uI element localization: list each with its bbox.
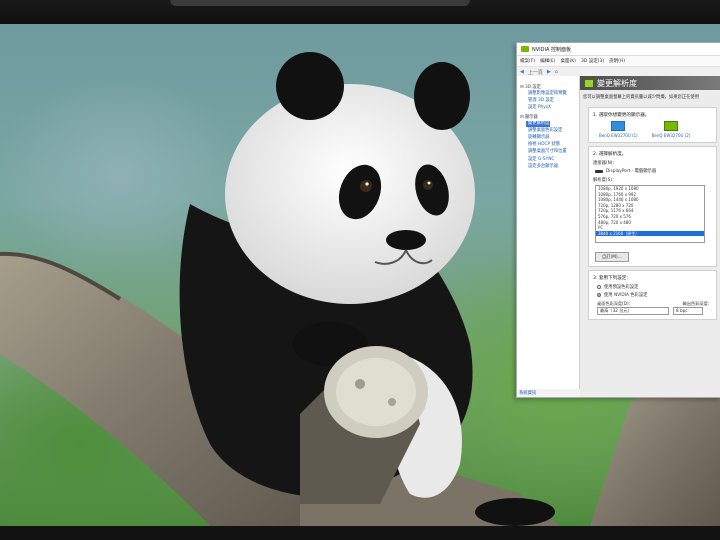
tree-item[interactable]: 管理 3D 設定 [528,98,579,104]
select-display-section: 1. 選取你想變更的顯示器。 BenQ EW3270U (1) BenQ EW3… [588,107,717,143]
tree-item[interactable]: 調整桌面尺寸和位置 [528,149,579,155]
monitor-bezel-top [0,0,720,24]
tree-item[interactable]: 調整桌面色彩設定 [528,128,579,134]
task-tree: ⊟ 3D 設定 調整影像設定和預覽 管理 3D 設定 設定 PhysX ⊟ 顯示… [517,76,580,396]
monitor-icon [611,121,626,131]
page-banner: 變更解析度 [580,76,720,90]
tree-item[interactable]: 設定 PhysX [528,105,579,111]
section-title: 3. 套用下列設定： [593,276,632,281]
tree-item[interactable]: 調整影像設定和預覽 [528,91,579,97]
monitor-top-edge [170,0,470,6]
resolution-section: 2. 選擇解析度。 連接器(N)： DisplayPort - 電腦顯示器 解析… [588,146,717,267]
customize-button[interactable]: 自訂(M)... [595,252,629,262]
connector-value: DisplayPort - 電腦顯示器 [595,168,712,174]
apply-settings-section: 3. 套用下列設定： 使用預設色彩設定 使用 NVIDIA 色彩設定 桌面色彩深… [588,270,717,320]
connector-label: 連接器(N)： [593,161,617,166]
back-label[interactable]: 上一頁 [528,69,543,76]
menu-help[interactable]: 說明(H) [609,58,625,64]
window-body: ⊟ 3D 設定 調整影像設定和預覽 管理 3D 設定 設定 PhysX ⊟ 顯示… [517,76,720,397]
home-icon[interactable]: ⌂ [555,69,558,75]
monitor-bezel-bottom [0,526,720,540]
window-titlebar[interactable]: NVIDIA 控制面板 [517,43,720,56]
radio-icon [597,285,601,289]
nvidia-control-panel-window[interactable]: NVIDIA 控制面板 檔案(F) 編輯(E) 桌面(K) 3D 設定(3) 說… [516,42,720,398]
desktop-color-depth-select[interactable]: 最高（32 位元） [597,307,669,315]
tree-group-display[interactable]: ⊟ 顯示器 [520,114,579,120]
nvidia-logo-icon [521,46,529,52]
page-title: 變更解析度 [597,78,637,88]
output-color-depth-select[interactable]: 8 bpc [673,307,703,315]
resolution-label: 解析度(S)： [593,178,617,183]
tree-group-3d[interactable]: ⊟ 3D 設定 [520,84,579,90]
tree-item-change-resolution[interactable]: 變更解析度 [526,120,550,127]
radio-selected-icon [597,293,601,297]
menu-edit[interactable]: 編輯(E) [540,58,555,64]
display-icon [584,78,594,88]
displayport-icon [595,169,603,173]
system-info-link[interactable]: 系統資訊 [519,390,536,396]
window-title: NVIDIA 控制面板 [532,46,571,53]
tree-item[interactable]: 旋轉顯示器 [528,135,579,141]
menu-bar: 檔案(F) 編輯(E) 桌面(K) 3D 設定(3) 說明(H) [517,56,720,67]
back-arrow-icon[interactable]: ◀ [520,69,524,75]
menu-desktop[interactable]: 桌面(K) [560,58,575,64]
radio-nvidia-color[interactable]: 使用 NVIDIA 色彩設定 [597,292,712,298]
monitor-label: BenQ EW3270U (2) [651,133,691,138]
monitor-option-2[interactable]: BenQ EW3270U (2) [651,121,691,138]
section-title: 2. 選擇解析度。 [593,152,627,157]
desktop-screen: NVIDIA 控制面板 檔案(F) 編輯(E) 桌面(K) 3D 設定(3) 說… [0,24,720,526]
monitor-icon [664,121,679,131]
tree-item[interactable]: 設定 G-SYNC [528,157,579,163]
page-description: 您可以調整桌面螢幕上的資訊量以減少閃爍，如果您正在使用 [583,95,700,100]
monitor-option-1[interactable]: BenQ EW3270U (1) [599,121,638,138]
radio-default-color[interactable]: 使用預設色彩設定 [597,284,712,290]
forward-arrow-icon[interactable]: ▶ [547,69,551,75]
list-item-selected[interactable]: 3840 x 2160（原生） [596,230,704,237]
menu-3d-settings[interactable]: 3D 設定(3) [581,58,604,64]
resolution-list[interactable]: 1080p, 1920 x 1080 1080p, 1760 x 992 108… [595,185,705,243]
section-title: 1. 選取你想變更的顯示器。 [593,113,650,118]
monitor-label: BenQ EW3270U (1) [599,133,638,138]
menu-file[interactable]: 檔案(F) [520,58,535,64]
content-pane: 變更解析度 您可以調整桌面螢幕上的資訊量以減少閃爍，如果您正在使用 1. 選取你… [580,76,720,397]
tree-item[interactable]: 設定多台顯示器 [528,164,579,170]
tree-item[interactable]: 檢視 HDCP 狀態 [528,142,579,148]
